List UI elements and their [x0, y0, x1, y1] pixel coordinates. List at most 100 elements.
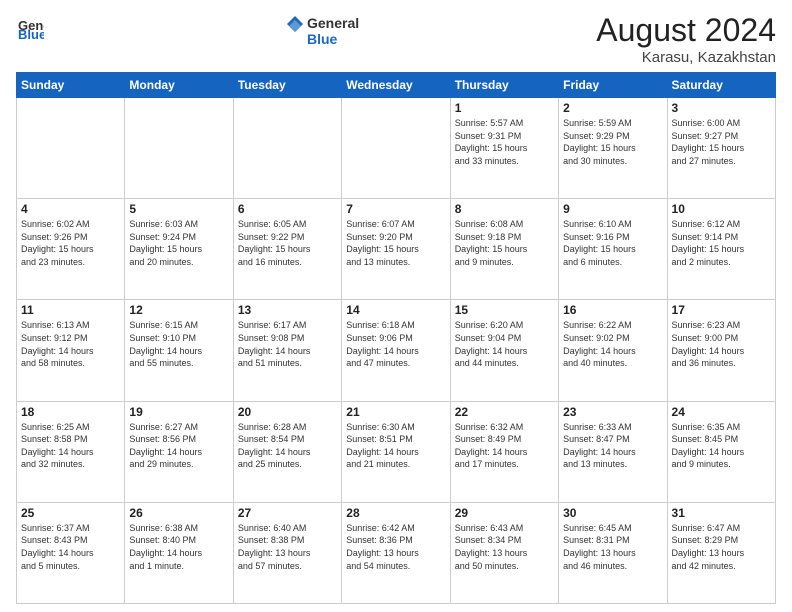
- calendar-cell: 11 Sunrise: 6:13 AM Sunset: 9:12 PM Dayli…: [17, 300, 125, 401]
- calendar-cell: 6Sunrise: 6:05 AM Sunset: 9:22 PM Daylig…: [233, 199, 341, 300]
- day-number: 3: [672, 101, 771, 115]
- calendar-cell: 29 Sunrise: 6:43 AM Sunset: 8:34 PM Dayli…: [450, 502, 558, 603]
- header: General Blue General Blue August 2024 Ka…: [16, 12, 776, 66]
- calendar-cell: 22 Sunrise: 6:32 AM Sunset: 8:49 PM Dayli…: [450, 401, 558, 502]
- calendar-cell: [17, 98, 125, 199]
- calendar-cell: 20 Sunrise: 6:28 AM Sunset: 8:54 PM Dayli…: [233, 401, 341, 502]
- day-info: Sunrise: 6:20 AM Sunset: 9:04 PM Dayligh…: [455, 319, 554, 369]
- calendar-week-3: 11 Sunrise: 6:13 AM Sunset: 9:12 PM Dayli…: [17, 300, 776, 401]
- title-block: August 2024 Karasu, Kazakhstan: [596, 12, 776, 66]
- day-info: Sunrise: 6:42 AM Sunset: 8:36 PM Dayligh…: [346, 522, 445, 572]
- day-info: Sunrise: 6:18 AM Sunset: 9:06 PM Dayligh…: [346, 319, 445, 369]
- day-info: Sunrise: 6:43 AM Sunset: 8:34 PM Dayligh…: [455, 522, 554, 572]
- calendar-cell: 4Sunrise: 6:02 AM Sunset: 9:26 PM Daylig…: [17, 199, 125, 300]
- day-number: 13: [238, 303, 337, 317]
- day-number: 5: [129, 202, 228, 216]
- calendar-cell: 16 Sunrise: 6:22 AM Sunset: 9:02 PM Dayli…: [559, 300, 667, 401]
- day-info: Sunrise: 6:27 AM Sunset: 8:56 PM Dayligh…: [129, 421, 228, 471]
- logo: General Blue: [16, 12, 48, 40]
- day-number: 26: [129, 506, 228, 520]
- day-number: 22: [455, 405, 554, 419]
- col-monday: Monday: [125, 73, 233, 98]
- calendar-cell: 24 Sunrise: 6:35 AM Sunset: 8:45 PM Dayli…: [667, 401, 775, 502]
- day-number: 21: [346, 405, 445, 419]
- day-info: Sunrise: 6:10 AM Sunset: 9:16 PM Dayligh…: [563, 218, 662, 268]
- calendar-cell: 17 Sunrise: 6:23 AM Sunset: 9:00 PM Dayli…: [667, 300, 775, 401]
- day-number: 2: [563, 101, 662, 115]
- calendar-cell: 25 Sunrise: 6:37 AM Sunset: 8:43 PM Dayli…: [17, 502, 125, 603]
- svg-text:General: General: [307, 15, 359, 31]
- day-number: 18: [21, 405, 120, 419]
- calendar-cell: 15 Sunrise: 6:20 AM Sunset: 9:04 PM Dayli…: [450, 300, 558, 401]
- col-saturday: Saturday: [667, 73, 775, 98]
- day-number: 12: [129, 303, 228, 317]
- calendar-cell: 30Sunrise: 6:45 AM Sunset: 8:31 PM Dayli…: [559, 502, 667, 603]
- calendar-cell: 10Sunrise: 6:12 AM Sunset: 9:14 PM Dayli…: [667, 199, 775, 300]
- calendar-cell: 19 Sunrise: 6:27 AM Sunset: 8:56 PM Dayli…: [125, 401, 233, 502]
- day-info: Sunrise: 6:35 AM Sunset: 8:45 PM Dayligh…: [672, 421, 771, 471]
- calendar-cell: 14 Sunrise: 6:18 AM Sunset: 9:06 PM Dayli…: [342, 300, 450, 401]
- day-number: 15: [455, 303, 554, 317]
- calendar-cell: 3 Sunrise: 6:00 AM Sunset: 9:27 PM Daylig…: [667, 98, 775, 199]
- day-info: Sunrise: 6:40 AM Sunset: 8:38 PM Dayligh…: [238, 522, 337, 572]
- day-info: Sunrise: 6:30 AM Sunset: 8:51 PM Dayligh…: [346, 421, 445, 471]
- calendar-cell: 1Sunrise: 5:57 AM Sunset: 9:31 PM Daylig…: [450, 98, 558, 199]
- day-number: 17: [672, 303, 771, 317]
- day-number: 20: [238, 405, 337, 419]
- logo-svg: General Blue: [277, 12, 367, 50]
- day-number: 19: [129, 405, 228, 419]
- calendar-week-4: 18 Sunrise: 6:25 AM Sunset: 8:58 PM Dayli…: [17, 401, 776, 502]
- logo-text-block: General Blue: [277, 12, 367, 50]
- day-info: Sunrise: 6:25 AM Sunset: 8:58 PM Dayligh…: [21, 421, 120, 471]
- day-number: 28: [346, 506, 445, 520]
- calendar-cell: 27 Sunrise: 6:40 AM Sunset: 8:38 PM Dayli…: [233, 502, 341, 603]
- col-wednesday: Wednesday: [342, 73, 450, 98]
- day-number: 8: [455, 202, 554, 216]
- col-sunday: Sunday: [17, 73, 125, 98]
- day-number: 14: [346, 303, 445, 317]
- day-number: 27: [238, 506, 337, 520]
- col-tuesday: Tuesday: [233, 73, 341, 98]
- day-info: Sunrise: 6:03 AM Sunset: 9:24 PM Dayligh…: [129, 218, 228, 268]
- calendar-cell: [233, 98, 341, 199]
- day-info: Sunrise: 6:23 AM Sunset: 9:00 PM Dayligh…: [672, 319, 771, 369]
- day-info: Sunrise: 5:59 AM Sunset: 9:29 PM Dayligh…: [563, 117, 662, 167]
- day-number: 11: [21, 303, 120, 317]
- calendar-cell: 18 Sunrise: 6:25 AM Sunset: 8:58 PM Dayli…: [17, 401, 125, 502]
- calendar-cell: 23Sunrise: 6:33 AM Sunset: 8:47 PM Dayli…: [559, 401, 667, 502]
- day-number: 25: [21, 506, 120, 520]
- calendar-cell: 7Sunrise: 6:07 AM Sunset: 9:20 PM Daylig…: [342, 199, 450, 300]
- page-title: August 2024: [596, 12, 776, 49]
- calendar-cell: [342, 98, 450, 199]
- day-info: Sunrise: 6:07 AM Sunset: 9:20 PM Dayligh…: [346, 218, 445, 268]
- day-info: Sunrise: 6:13 AM Sunset: 9:12 PM Dayligh…: [21, 319, 120, 369]
- day-number: 16: [563, 303, 662, 317]
- day-info: Sunrise: 6:15 AM Sunset: 9:10 PM Dayligh…: [129, 319, 228, 369]
- col-friday: Friday: [559, 73, 667, 98]
- day-number: 9: [563, 202, 662, 216]
- svg-text:Blue: Blue: [18, 27, 44, 40]
- logo-icon: General Blue: [16, 12, 44, 40]
- calendar-week-1: 1Sunrise: 5:57 AM Sunset: 9:31 PM Daylig…: [17, 98, 776, 199]
- calendar-week-2: 4Sunrise: 6:02 AM Sunset: 9:26 PM Daylig…: [17, 199, 776, 300]
- calendar-table: Sunday Monday Tuesday Wednesday Thursday…: [16, 72, 776, 604]
- calendar-cell: 31 Sunrise: 6:47 AM Sunset: 8:29 PM Dayli…: [667, 502, 775, 603]
- day-number: 1: [455, 101, 554, 115]
- calendar-cell: 21 Sunrise: 6:30 AM Sunset: 8:51 PM Dayli…: [342, 401, 450, 502]
- day-info: Sunrise: 6:28 AM Sunset: 8:54 PM Dayligh…: [238, 421, 337, 471]
- day-number: 6: [238, 202, 337, 216]
- day-number: 10: [672, 202, 771, 216]
- day-number: 31: [672, 506, 771, 520]
- day-number: 24: [672, 405, 771, 419]
- calendar-week-5: 25 Sunrise: 6:37 AM Sunset: 8:43 PM Dayli…: [17, 502, 776, 603]
- day-info: Sunrise: 6:00 AM Sunset: 9:27 PM Dayligh…: [672, 117, 771, 167]
- page: General Blue General Blue August 2024 Ka…: [0, 0, 792, 612]
- day-number: 29: [455, 506, 554, 520]
- day-info: Sunrise: 6:47 AM Sunset: 8:29 PM Dayligh…: [672, 522, 771, 572]
- day-info: Sunrise: 6:37 AM Sunset: 8:43 PM Dayligh…: [21, 522, 120, 572]
- day-number: 23: [563, 405, 662, 419]
- day-info: Sunrise: 6:32 AM Sunset: 8:49 PM Dayligh…: [455, 421, 554, 471]
- day-number: 30: [563, 506, 662, 520]
- calendar-cell: 8Sunrise: 6:08 AM Sunset: 9:18 PM Daylig…: [450, 199, 558, 300]
- day-info: Sunrise: 6:22 AM Sunset: 9:02 PM Dayligh…: [563, 319, 662, 369]
